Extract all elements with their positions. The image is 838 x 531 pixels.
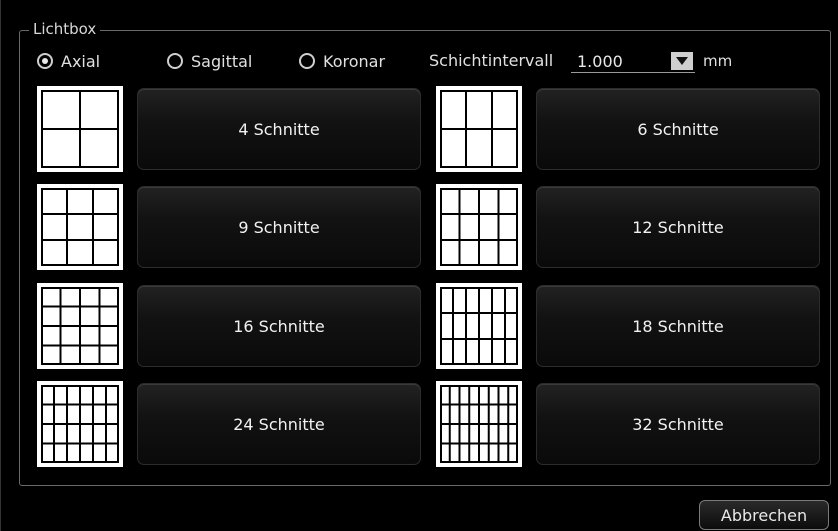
interval-value[interactable]: 1.000 [571,52,623,71]
radio-axial[interactable]: Axial [37,50,100,72]
layout-9-button[interactable]: 9 Schnitte [137,186,421,268]
layout-32-grid-icon [436,381,522,467]
layout-24-button[interactable]: 24 Schnitte [137,383,421,465]
interval-combobox[interactable]: 1.000 [571,50,695,73]
layout-18-grid-icon [436,283,522,369]
layout-12-button[interactable]: 12 Schnitte [536,186,820,268]
chevron-down-icon[interactable] [671,52,693,70]
radio-label-axial: Axial [61,51,101,71]
layout-6-grid-icon [436,86,522,172]
group-title: Lichtbox [29,20,101,38]
radio-label-sagittal: Sagittal [191,51,253,71]
radio-indicator-koronar[interactable] [299,53,315,69]
layout-4-grid-icon [37,86,123,172]
radio-label-koronar: Koronar [323,51,386,71]
radio-indicator-sagittal[interactable] [167,53,183,69]
layout-32-button[interactable]: 32 Schnitte [536,383,820,465]
interval-label: Schichtintervall [429,51,554,70]
layout-4-button[interactable]: 4 Schnitte [137,88,421,170]
layout-6-button[interactable]: 6 Schnitte [536,88,820,170]
layout-16-grid-icon [37,283,123,369]
layout-9-grid-icon [37,184,123,270]
layout-24-grid-icon [37,381,123,467]
radio-indicator-axial[interactable] [37,53,53,69]
layout-16-button[interactable]: 16 Schnitte [137,285,421,367]
radio-sagittal[interactable]: Sagittal [167,50,252,72]
cancel-button[interactable]: Abbrechen [699,500,829,530]
layout-18-button[interactable]: 18 Schnitte [536,285,820,367]
radio-koronar[interactable]: Koronar [299,50,385,72]
interval-unit: mm [703,52,733,70]
layout-12-grid-icon [436,184,522,270]
lightbox-dialog: Lichtbox Axial Sagittal Koronar Schichti… [0,0,838,531]
